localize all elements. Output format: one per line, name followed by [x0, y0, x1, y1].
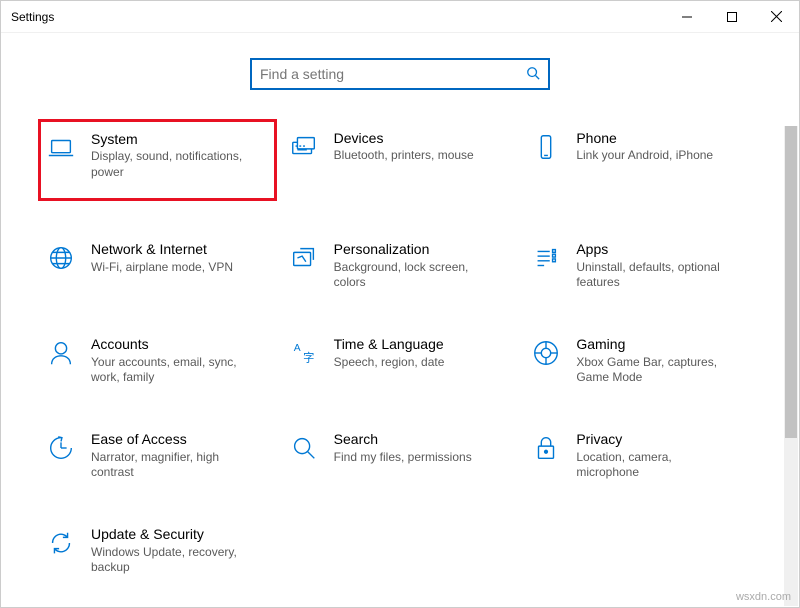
- tile-gaming[interactable]: Gaming Xbox Game Bar, captures, Game Mode: [526, 331, 759, 391]
- tile-devices[interactable]: DevicesBluetooth, printers, mouse: [284, 125, 517, 201]
- tile-title: Accounts: [91, 335, 251, 353]
- svg-text:A: A: [293, 344, 300, 355]
- phone-icon: [530, 131, 562, 163]
- time-lang-icon: A字: [288, 337, 320, 369]
- paint-icon: [288, 242, 320, 274]
- tile-title: Search: [334, 430, 472, 448]
- tile-desc: Uninstall, defaults, optional features: [576, 260, 736, 291]
- tile-network[interactable]: Network & Internet Wi-Fi, airplane mode, …: [41, 236, 274, 296]
- tile-apps[interactable]: Apps Uninstall, defaults, optional featur…: [526, 236, 759, 296]
- update-icon: [45, 527, 77, 559]
- tile-accounts[interactable]: Accounts Your accounts, email, sync, work…: [41, 331, 274, 391]
- maximize-button[interactable]: [709, 1, 754, 32]
- tile-desc: Narrator, magnifier, high contrast: [91, 450, 251, 481]
- tile-desc: Location, camera, microphone: [576, 450, 736, 481]
- tile-title: Network & Internet: [91, 240, 233, 258]
- svg-text:字: 字: [303, 351, 314, 365]
- tile-ease[interactable]: Ease of Access Narrator, magnifier, high …: [41, 426, 274, 486]
- settings-grid: SystemDisplay, sound, notifications, pow…: [1, 90, 799, 581]
- tile-title: Update & Security: [91, 525, 251, 543]
- minimize-icon: [682, 12, 692, 22]
- tile-title: Ease of Access: [91, 430, 251, 448]
- tile-title: Privacy: [576, 430, 736, 448]
- maximize-icon: [727, 12, 737, 22]
- window-title: Settings: [11, 10, 54, 24]
- scrollbar[interactable]: [784, 126, 798, 606]
- keyboard-icon: [288, 131, 320, 163]
- tile-desc: Wi-Fi, airplane mode, VPN: [91, 260, 233, 276]
- tile-title: Phone: [576, 129, 713, 147]
- tile-system[interactable]: SystemDisplay, sound, notifications, pow…: [38, 119, 277, 201]
- tile-desc: Bluetooth, printers, mouse: [334, 148, 474, 164]
- window-controls: [664, 1, 799, 32]
- close-button[interactable]: [754, 1, 799, 32]
- close-icon: [771, 11, 782, 22]
- watermark: wsxdn.com: [736, 591, 791, 603]
- search-tile-icon: [288, 432, 320, 464]
- tile-desc: Link your Android, iPhone: [576, 148, 713, 164]
- tile-privacy[interactable]: Privacy Location, camera, microphone: [526, 426, 759, 486]
- tile-desc: Speech, region, date: [334, 355, 445, 371]
- tile-desc: Windows Update, recovery, backup: [91, 545, 251, 576]
- tile-desc: Xbox Game Bar, captures, Game Mode: [576, 355, 736, 386]
- tile-personalization[interactable]: Personalization Background, lock screen, …: [284, 236, 517, 296]
- tile-title: Time & Language: [334, 335, 445, 353]
- title-bar: Settings: [1, 1, 799, 33]
- search-box[interactable]: [250, 58, 550, 90]
- tile-desc: Background, lock screen, colors: [334, 260, 494, 291]
- tile-desc: Find my files, permissions: [334, 450, 472, 466]
- lock-icon: [530, 432, 562, 464]
- tile-phone[interactable]: PhoneLink your Android, iPhone: [526, 125, 759, 201]
- tile-title: Apps: [576, 240, 736, 258]
- search-icon: [526, 66, 540, 83]
- tile-desc: Display, sound, notifications, power: [91, 149, 251, 180]
- tile-title: Personalization: [334, 240, 494, 258]
- ease-icon: [45, 432, 77, 464]
- minimize-button[interactable]: [664, 1, 709, 32]
- tile-update[interactable]: Update & Security Windows Update, recover…: [41, 521, 274, 581]
- tile-title: Gaming: [576, 335, 736, 353]
- tile-desc: Your accounts, email, sync, work, family: [91, 355, 251, 386]
- tile-search-tile[interactable]: Search Find my files, permissions: [284, 426, 517, 486]
- globe-icon: [45, 242, 77, 274]
- tile-title: Devices: [334, 129, 474, 147]
- tile-time[interactable]: A字 Time & Language Speech, region, date: [284, 331, 517, 391]
- scrollbar-thumb[interactable]: [785, 126, 797, 438]
- search-input[interactable]: [260, 66, 526, 82]
- gaming-icon: [530, 337, 562, 369]
- apps-icon: [530, 242, 562, 274]
- tile-title: System: [91, 130, 251, 148]
- laptop-icon: [45, 132, 77, 164]
- person-icon: [45, 337, 77, 369]
